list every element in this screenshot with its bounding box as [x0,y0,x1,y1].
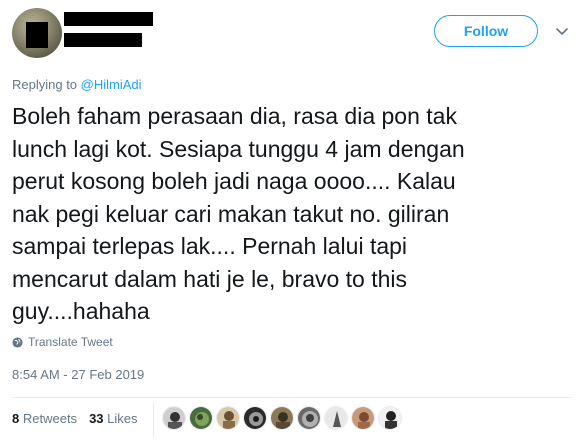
likes-label: Likes [107,411,138,426]
liker-avatar[interactable] [297,406,321,430]
likes-stat[interactable]: 33 Likes [89,411,137,426]
tweet-text: Boleh faham perasaan dia, rasa dia pon t… [12,103,465,324]
likes-count: 33 [89,411,104,426]
chevron-down-icon[interactable] [555,24,569,38]
display-name-redacted[interactable] [64,12,153,26]
replying-to: Replying to @HilmiAdi [12,77,142,92]
mention-link[interactable]: @HilmiAdi [81,77,142,92]
liker-avatar[interactable] [270,406,294,430]
liker-avatar[interactable] [216,406,240,430]
retweets-label: Retweets [22,411,78,426]
translate-tweet-link[interactable]: Translate Tweet [12,335,113,349]
stats-separator [153,402,154,438]
redaction-box [26,22,48,48]
profile-avatar[interactable] [12,8,62,58]
divider-top [12,397,572,398]
username-redacted[interactable] [64,33,142,47]
liker-avatar[interactable] [162,406,186,430]
retweets-count: 8 [12,411,20,426]
follow-button[interactable]: Follow [434,15,538,47]
tweet-timestamp[interactable]: 8:54 AM - 27 Feb 2019 [12,367,144,382]
liker-avatar[interactable] [324,406,348,430]
replying-prefix: Replying to [12,77,81,92]
liker-avatar[interactable] [189,406,213,430]
liker-avatar[interactable] [243,406,267,430]
likers-avatars [162,406,402,430]
retweets-stat[interactable]: 8 Retweets [12,411,77,426]
liker-avatar[interactable] [378,406,402,430]
translate-label[interactable]: Translate Tweet [28,335,113,349]
liker-avatar[interactable] [351,406,375,430]
tweet-stats: 8 Retweets 33 Likes [12,411,138,426]
globe-icon [12,336,23,348]
